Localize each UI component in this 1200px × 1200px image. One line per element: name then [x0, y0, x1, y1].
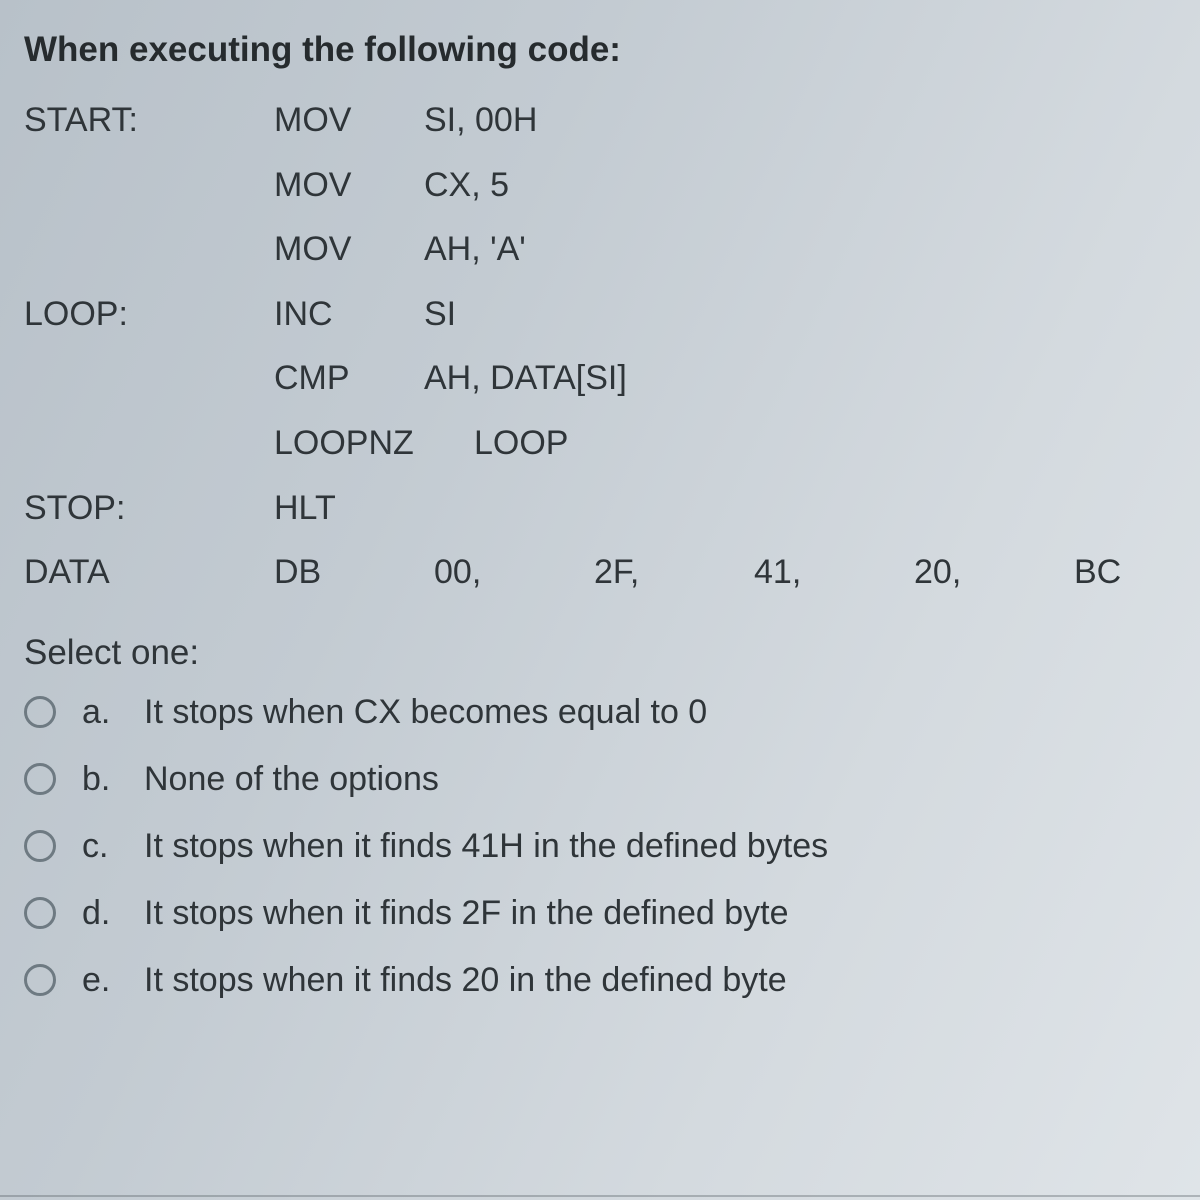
option-letter: a.	[82, 693, 144, 732]
option-text: It stops when CX becomes equal to 0	[144, 693, 1176, 732]
bottom-divider	[0, 1195, 1200, 1197]
code-mnemonic: HLT	[274, 476, 424, 541]
option-text: It stops when it finds 41H in the define…	[144, 827, 1176, 866]
option-letter: d.	[82, 894, 144, 933]
code-label: LOOP:	[24, 282, 274, 347]
code-mnemonic: MOV	[274, 88, 424, 153]
radio-icon[interactable]	[24, 897, 56, 929]
data-values: 00, 2F, 41, 20, BC	[434, 540, 1176, 605]
option-text: None of the options	[144, 760, 1176, 799]
option-d[interactable]: d. It stops when it finds 2F in the defi…	[24, 894, 1176, 933]
code-label	[24, 411, 274, 476]
code-row: MOV AH, 'A'	[24, 217, 1176, 282]
option-a[interactable]: a. It stops when CX becomes equal to 0	[24, 693, 1176, 732]
code-label	[24, 346, 274, 411]
code-operands: LOOP	[474, 411, 1176, 476]
code-block: START: MOV SI, 00H MOV CX, 5 MOV AH, 'A'…	[24, 88, 1176, 605]
code-label	[24, 153, 274, 218]
data-value: 20,	[914, 540, 1074, 605]
option-letter: b.	[82, 760, 144, 799]
select-one-label: Select one:	[24, 633, 1176, 673]
option-text: It stops when it finds 2F in the defined…	[144, 894, 1176, 933]
option-text: It stops when it finds 20 in the defined…	[144, 961, 1176, 1000]
option-letter: c.	[82, 827, 144, 866]
code-mnemonic: MOV	[274, 217, 424, 282]
code-row: CMP AH, DATA[SI]	[24, 346, 1176, 411]
radio-icon[interactable]	[24, 830, 56, 862]
code-mnemonic: CMP	[274, 346, 424, 411]
data-value: BC	[1074, 540, 1121, 605]
data-value: 41,	[754, 540, 914, 605]
code-row: LOOPNZ LOOP	[24, 411, 1176, 476]
option-c[interactable]: c. It stops when it finds 41H in the def…	[24, 827, 1176, 866]
data-value: 00,	[434, 540, 594, 605]
code-row: START: MOV SI, 00H	[24, 88, 1176, 153]
code-mnemonic: INC	[274, 282, 424, 347]
code-operands: AH, 'A'	[424, 217, 1176, 282]
code-label: START:	[24, 88, 274, 153]
code-mnemonic: MOV	[274, 153, 424, 218]
code-label: STOP:	[24, 476, 274, 541]
option-letter: e.	[82, 961, 144, 1000]
code-operands: CX, 5	[424, 153, 1176, 218]
radio-icon[interactable]	[24, 696, 56, 728]
radio-icon[interactable]	[24, 763, 56, 795]
data-row: DATA DB 00, 2F, 41, 20, BC	[24, 540, 1176, 605]
options-list: a. It stops when CX becomes equal to 0 b…	[24, 693, 1176, 1000]
code-operands: SI, 00H	[424, 88, 1176, 153]
code-label: DATA	[24, 540, 274, 605]
question-container: When executing the following code: START…	[0, 0, 1200, 1000]
code-label	[24, 217, 274, 282]
option-b[interactable]: b. None of the options	[24, 760, 1176, 799]
code-mnemonic: DB	[274, 540, 434, 605]
data-value: 2F,	[594, 540, 754, 605]
code-mnemonic: LOOPNZ	[274, 411, 474, 476]
radio-icon[interactable]	[24, 964, 56, 996]
code-row: STOP: HLT	[24, 476, 1176, 541]
code-operands: AH, DATA[SI]	[424, 346, 1176, 411]
code-row: LOOP: INC SI	[24, 282, 1176, 347]
code-operands: SI	[424, 282, 1176, 347]
code-operands	[424, 476, 1176, 541]
option-e[interactable]: e. It stops when it finds 20 in the defi…	[24, 961, 1176, 1000]
question-prompt: When executing the following code:	[24, 30, 1176, 70]
code-row: MOV CX, 5	[24, 153, 1176, 218]
